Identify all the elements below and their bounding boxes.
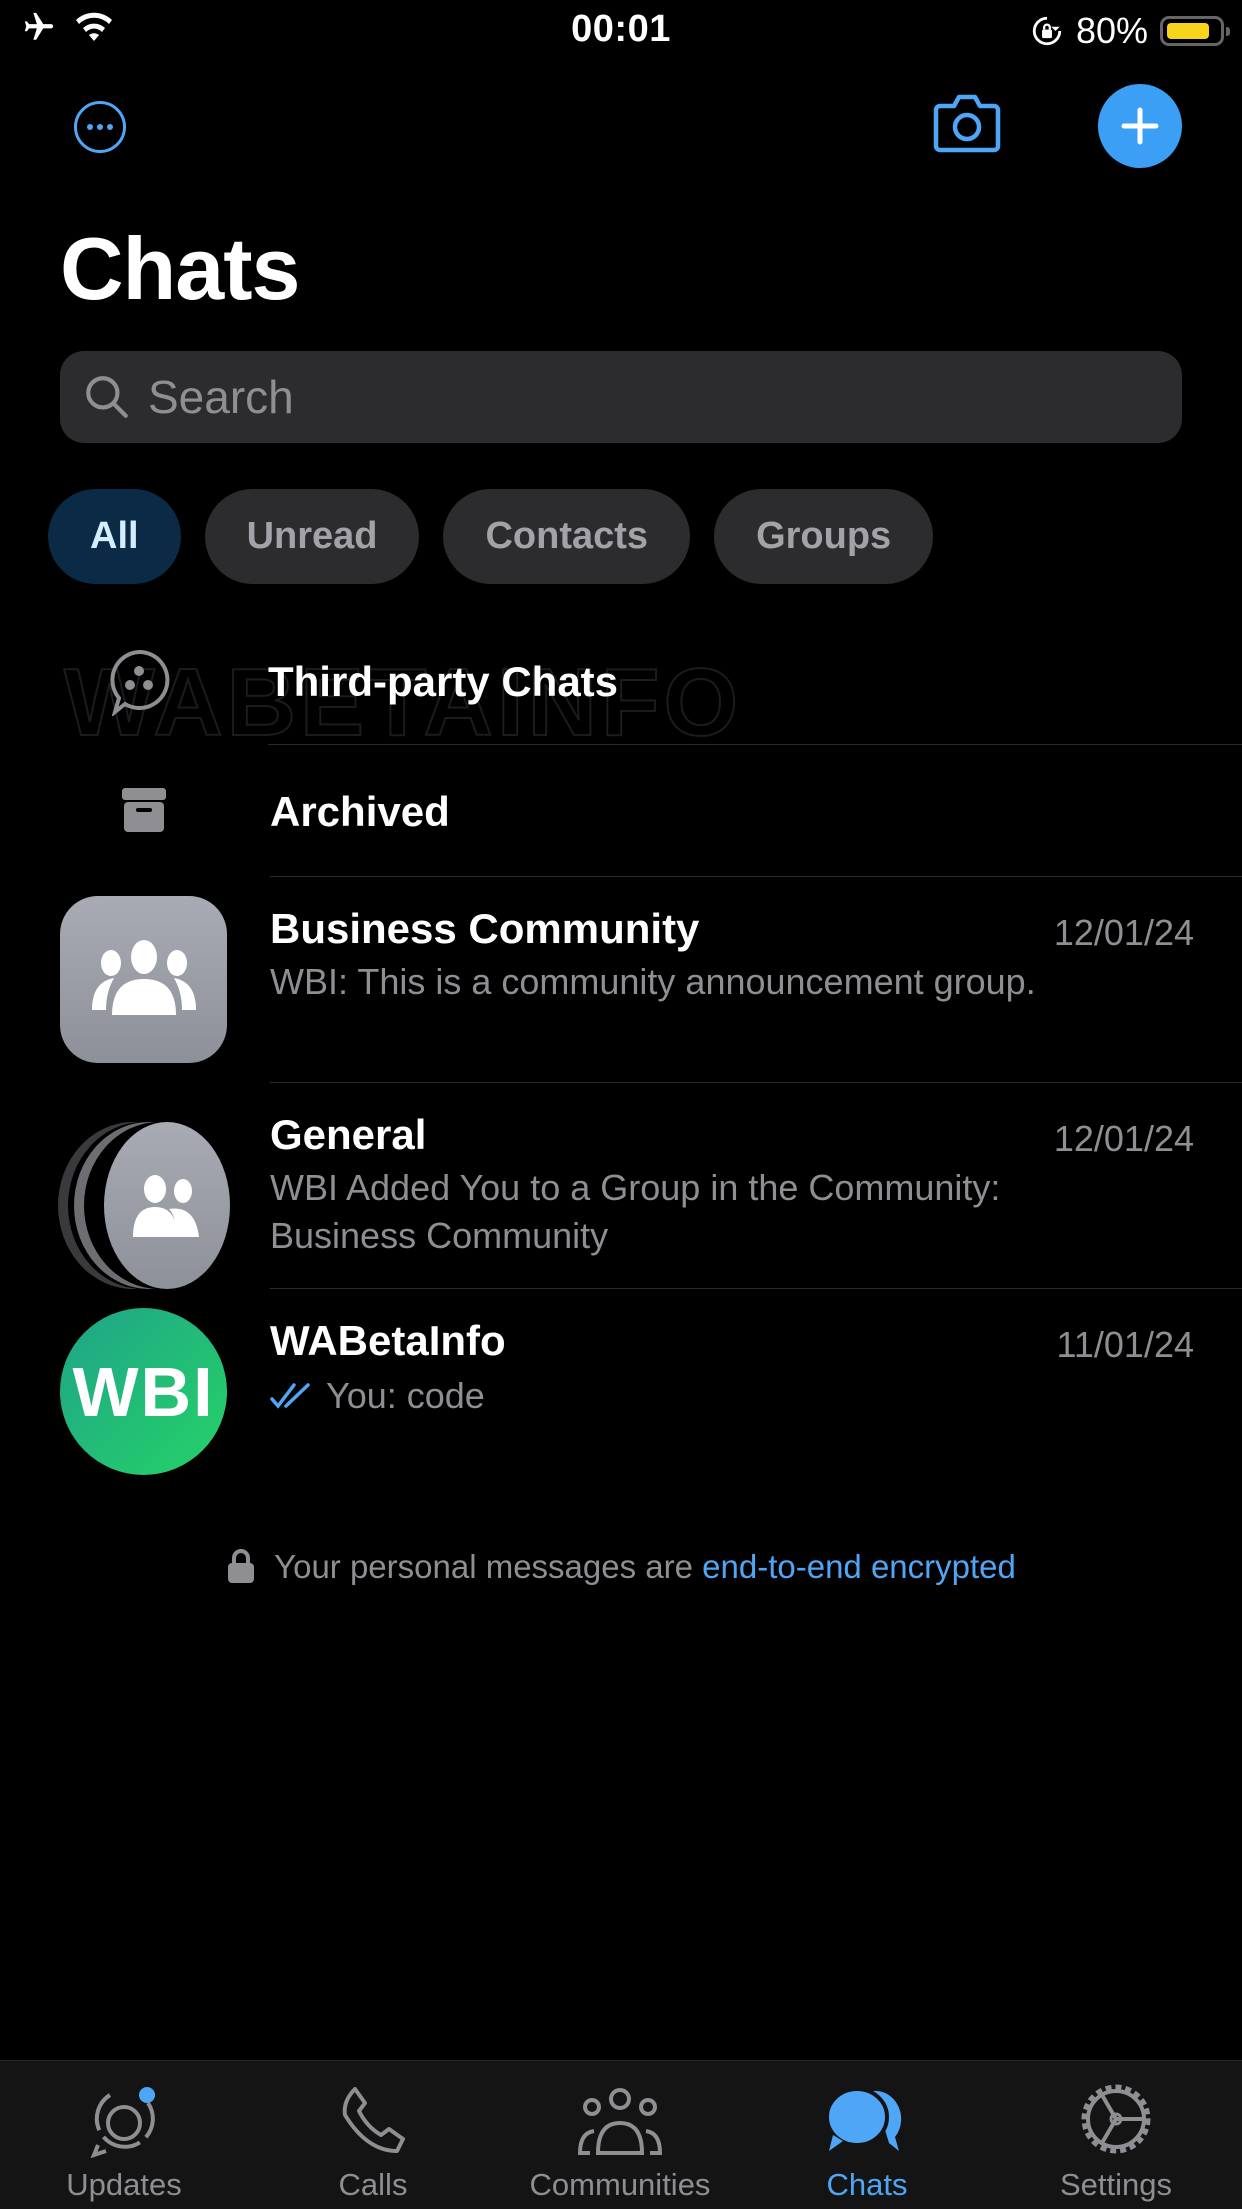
avatar: WBI [60, 1308, 227, 1475]
preview-sender: You: [326, 1375, 397, 1416]
chat-name: Business Community [270, 905, 700, 952]
more-options-button[interactable] [74, 101, 126, 153]
chat-preview: You: code [270, 1372, 485, 1420]
encryption-link[interactable]: end-to-end encrypted [702, 1548, 1016, 1585]
group-icon [133, 1174, 199, 1237]
search-bar[interactable] [60, 351, 1182, 443]
battery-icon [1160, 16, 1230, 46]
chats-icon [825, 2087, 902, 2151]
filter-chips: All Unread Contacts Groups [48, 489, 934, 584]
battery-percent: 80% [1075, 10, 1148, 51]
updates-icon [90, 2087, 155, 2159]
chat-preview-line1: WBI Added You to a Group in the Communit… [270, 1167, 1001, 1208]
ellipsis-dot [87, 124, 93, 130]
tab-communities[interactable]: Communities [520, 2061, 720, 2209]
third-party-chats-label: Third-party Chats [268, 658, 619, 705]
ellipsis-dot [107, 124, 113, 130]
community-icon [91, 939, 196, 1015]
lock-icon [228, 1549, 255, 1583]
archive-box-icon [122, 788, 166, 832]
archived-row[interactable]: Archived [0, 746, 1242, 874]
avatar [60, 896, 227, 1063]
filter-groups[interactable]: Groups [714, 489, 934, 584]
tab-label: Settings [1059, 2167, 1172, 2202]
encryption-note: Your personal messages are end-to-end en… [0, 1548, 1242, 1586]
plus-icon [1121, 107, 1159, 145]
double-check-icon [270, 1383, 310, 1409]
new-chat-button[interactable] [1098, 84, 1182, 168]
filter-all[interactable]: All [48, 489, 181, 584]
tab-updates[interactable]: Updates [24, 2061, 224, 2209]
divider [270, 1082, 1242, 1083]
rotation-lock-icon [1032, 16, 1062, 46]
search-input[interactable] [146, 369, 1050, 425]
archived-label: Archived [270, 788, 450, 835]
chat-date: 12/01/24 [1053, 912, 1194, 953]
third-party-chat-icon [110, 649, 170, 716]
ellipsis-dot [97, 124, 103, 130]
preview-text: : This is a community announcement group… [338, 961, 1036, 1002]
tab-label: Communities [529, 2167, 711, 2202]
chat-date: 11/01/24 [1056, 1324, 1194, 1365]
camera-icon [933, 94, 1001, 153]
preview-sender: WBI [270, 961, 338, 1002]
search-icon [86, 376, 128, 418]
chat-date: 12/01/24 [1053, 1118, 1194, 1159]
filter-unread[interactable]: Unread [204, 489, 420, 584]
communities-icon [577, 2088, 663, 2155]
camera-button[interactable] [932, 92, 1002, 154]
divider [268, 744, 1242, 745]
gear-icon [1081, 2084, 1151, 2154]
chat-preview: WBI: This is a community announcement gr… [270, 958, 1036, 1006]
chat-name: WABetaInfo [270, 1317, 506, 1364]
divider [270, 1288, 1242, 1289]
status-right: 80% [1030, 10, 1230, 52]
filter-contacts[interactable]: Contacts [443, 489, 691, 584]
page-title: Chats [60, 219, 300, 318]
tab-chats[interactable]: Chats [767, 2061, 967, 2209]
tab-label: Calls [338, 2167, 408, 2202]
avatar [58, 1122, 234, 1289]
tab-label: Chats [826, 2167, 908, 2202]
chat-name: General [270, 1111, 427, 1158]
third-party-chats-row[interactable]: Third-party Chats [0, 620, 1242, 745]
tab-bar: Updates Calls Communities Chats Settings [0, 2060, 1242, 2209]
chat-preview-line2: Business Community [270, 1215, 609, 1256]
battery-level [1167, 23, 1209, 39]
phone-icon [342, 2087, 405, 2153]
badge-dot [139, 2087, 155, 2103]
tab-label: Updates [66, 2167, 182, 2202]
divider [270, 876, 1242, 877]
encryption-text: Your personal messages are [274, 1548, 703, 1585]
tab-calls[interactable]: Calls [273, 2061, 473, 2209]
preview-text: code [406, 1375, 485, 1416]
tab-settings[interactable]: Settings [1016, 2061, 1216, 2209]
